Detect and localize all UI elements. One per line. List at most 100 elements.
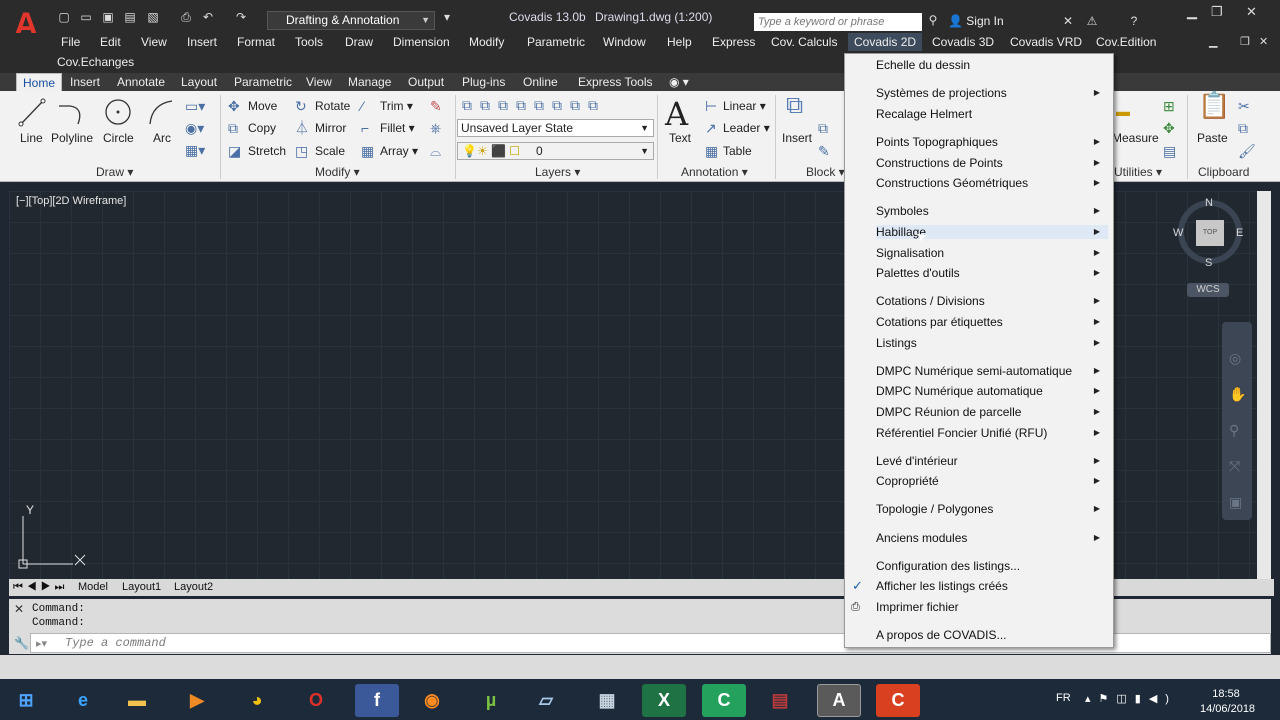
tab-parametric[interactable]: Parametric [234,75,292,89]
autocad-taskbar-icon[interactable]: A [817,684,861,717]
menu-file[interactable]: File [61,36,80,48]
opera-icon[interactable]: O [294,684,338,717]
tab-online[interactable]: Online [523,75,558,89]
linear-button[interactable]: Linear ▾ [723,99,766,113]
menu-covadis-2d[interactable]: Covadis 2D [848,33,923,51]
camtasia-icon[interactable]: C [702,684,746,717]
dropdown-item[interactable]: Cotations par étiquettes ▶ [876,315,1108,329]
current-layer-select[interactable]: 💡☀ ⬛ ☐ 0 ▼ [457,142,654,160]
menu-draw[interactable]: Draw [345,36,373,48]
dropdown-item[interactable]: Topologie / Polygones ▶ [876,502,1108,516]
leader-button[interactable]: Leader ▾ [723,121,770,135]
publish-icon[interactable]: ▧ [146,10,160,24]
compass-s[interactable]: S [1205,257,1212,269]
sign-in-button[interactable]: 👤 Sign In [948,14,1004,28]
text-button[interactable]: Text [669,131,691,145]
dropdown-item[interactable]: Anciens modules ▶ [876,531,1108,545]
draw-group-title[interactable]: Draw ▾ [96,165,133,179]
rectangle-icon[interactable]: ▭▾ [185,99,205,113]
compass-e[interactable]: E [1236,227,1243,239]
arc-button[interactable]: Arc [153,131,171,145]
tab-plug-ins[interactable]: Plug-ins [462,75,505,89]
gradient-icon[interactable]: ▦▾ [185,143,205,157]
dropdown-item[interactable]: DMPC Réunion de parcelle ▶ [876,405,1108,419]
copy-button[interactable]: Copy [248,121,276,135]
menu-covadis-vrd[interactable]: Covadis VRD [1010,36,1082,48]
create-block-icon[interactable]: ⧉ [818,121,828,135]
ribbon-options-icon[interactable]: ◉ ▾ [669,75,689,89]
viewport-controls-label[interactable]: [−][Top][2D Wireframe] [16,195,126,207]
stretch-button[interactable]: Stretch [248,144,286,158]
layer-state-select[interactable]: Unsaved Layer State ▼ [457,119,654,137]
steering-wheel-icon[interactable]: ◎ ✋ ⚲ ⤧ ▣ [1229,340,1246,520]
dropdown-item[interactable]: DMPC Numérique semi-automatique ▶ [876,364,1108,378]
quick-access-dropdown-icon[interactable]: ▾ [440,10,454,24]
compass-w[interactable]: W [1173,227,1183,239]
cut-icon[interactable]: ✂ [1238,99,1250,113]
table-button[interactable]: Table [723,144,752,158]
block-group-title[interactable]: Block ▾ [806,165,845,179]
polyline-button[interactable]: Polyline [51,131,93,145]
wrench-icon[interactable]: 🔧 [14,636,29,650]
move-button[interactable]: Move [248,99,277,113]
dropdown-item[interactable]: Levé d'intérieur ▶ [876,454,1108,468]
calculator-taskbar-icon[interactable]: ▦ [585,684,629,717]
print-icon[interactable]: ⎙ [179,10,193,24]
workspace-select[interactable]: Drafting & Annotation ▼ [267,11,435,30]
doc-restore-icon[interactable]: ❐ [1240,35,1250,48]
menu-edit[interactable]: Edit [100,36,121,48]
dropdown-item[interactable]: Symboles ▶ [876,204,1108,218]
dropdown-item[interactable]: DMPC Numérique automatique ▶ [876,384,1108,398]
open-icon[interactable]: ▭ [79,10,93,24]
circle-button[interactable]: Circle [103,131,134,145]
annotation-group-title[interactable]: Annotation ▾ [681,165,748,179]
close-icon[interactable]: ✕ [1246,4,1257,20]
menu-express[interactable]: Express [712,36,755,48]
help-icon[interactable]: ? [1127,14,1141,28]
menu-format[interactable]: Format [237,36,275,48]
insert-block-button[interactable]: Insert [782,131,812,145]
dropdown-item[interactable]: Cotations / Divisions ▶ [876,294,1108,308]
minimize-icon[interactable]: ▁ [1187,4,1197,20]
search-input[interactable]: Type a keyword or phrase [754,13,922,31]
media-player-icon[interactable]: ▶ [175,684,219,717]
viewcube-top[interactable]: TOP [1196,220,1224,246]
copy-clip-icon[interactable]: ⧉ [1238,121,1248,135]
tab-express-tools[interactable]: Express Tools [578,75,652,89]
measure-button[interactable]: Measure [1112,131,1159,145]
calculator-icon[interactable]: ▤ [1163,144,1176,158]
tab-view[interactable]: View [306,75,332,89]
paste-button[interactable]: Paste [1197,131,1228,145]
dropdown-item[interactable]: Recalage Helmert [876,107,1108,121]
dropdown-item[interactable]: Constructions de Points ▶ [876,156,1108,170]
modify-group-title[interactable]: Modify ▾ [315,165,360,179]
menu-dimension[interactable]: Dimension [393,36,450,48]
utorrent-icon[interactable]: µ [469,684,513,717]
windows-start-icon[interactable]: ⊞ [4,684,48,717]
doc-close-icon[interactable]: ✕ [1259,35,1268,48]
menu-tools[interactable]: Tools [295,36,323,48]
covadis-taskbar-icon[interactable]: C [876,684,920,717]
wcs-menu[interactable]: WCS [1187,283,1229,297]
save-icon[interactable]: ▣ [101,10,115,24]
menu-window[interactable]: Window [603,36,646,48]
exchange-icon[interactable]: ✕ [1061,14,1075,28]
chrome-icon[interactable]: ◕ [235,684,279,717]
facebook-icon[interactable]: f [355,684,399,717]
dropdown-item[interactable]: Echelle du dessin [876,58,1108,72]
tab-manage[interactable]: Manage [348,75,391,89]
close-icon[interactable]: ✕ [14,602,24,616]
tab-layout2[interactable]: Layout2 [174,581,213,593]
redo-icon[interactable]: ↷ [234,10,248,24]
doc-minimize-icon[interactable]: ▁ [1209,35,1217,48]
internet-explorer-icon[interactable]: e [61,684,105,717]
menu-parametric[interactable]: Parametric [527,36,585,48]
menu-covadis-3d[interactable]: Covadis 3D [932,36,994,48]
binoculars-icon[interactable]: ⚲ [926,13,940,27]
restore-icon[interactable]: ❐ [1211,4,1223,20]
tab-home[interactable]: Home [16,73,63,91]
clock[interactable]: 18:58 14/06/2018 [1200,687,1255,717]
dropdown-item[interactable]: Signalisation ▶ [876,246,1108,260]
trim-button[interactable]: Trim ▾ [380,99,413,113]
undo-icon[interactable]: ↶ [201,10,215,24]
